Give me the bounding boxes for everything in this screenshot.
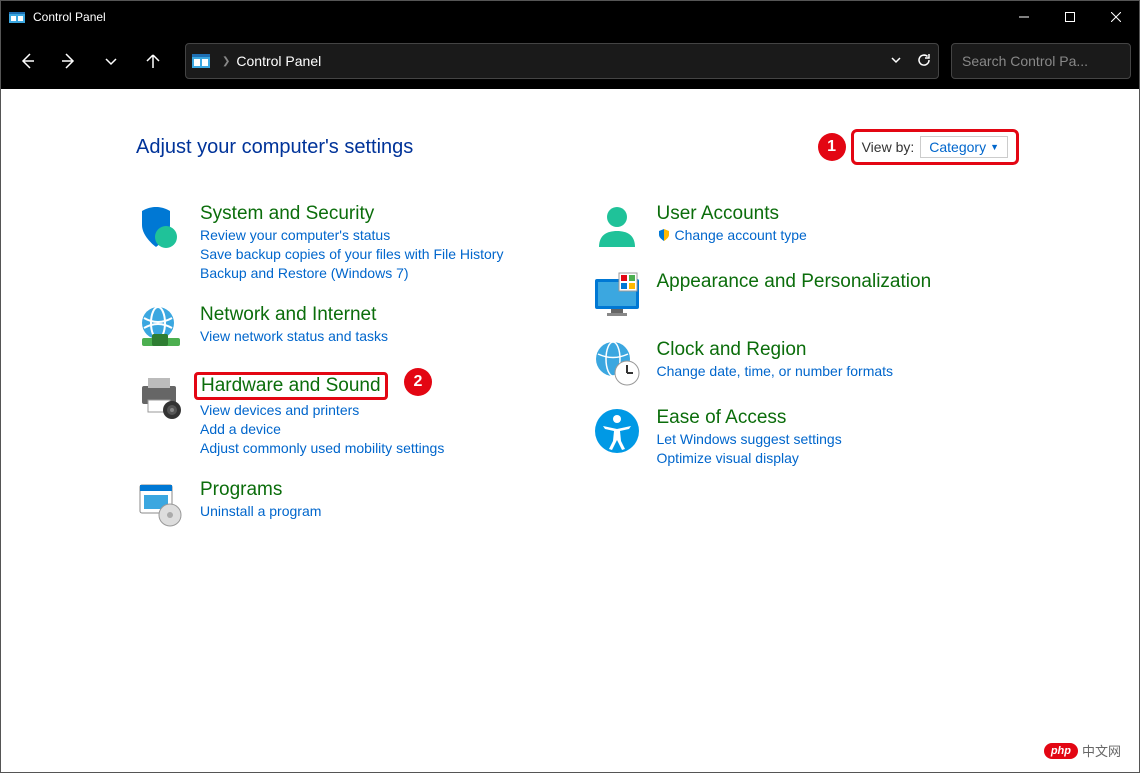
appearance-link[interactable]: Appearance and Personalization bbox=[657, 271, 932, 293]
ease-of-access-link[interactable]: Ease of Access bbox=[657, 407, 787, 429]
backup-restore-link[interactable]: Backup and Restore (Windows 7) bbox=[200, 265, 409, 281]
content-area: Adjust your computer's settings 1 View b… bbox=[1, 89, 1139, 547]
address-location: Control Panel bbox=[236, 53, 321, 69]
uac-shield-icon bbox=[657, 228, 671, 242]
system-security-link[interactable]: System and Security bbox=[200, 203, 374, 225]
view-by-label: View by: bbox=[862, 139, 915, 155]
search-input[interactable] bbox=[962, 53, 1140, 69]
left-column: System and Security Review your computer… bbox=[136, 203, 563, 547]
control-panel-icon bbox=[9, 9, 25, 25]
address-icon bbox=[192, 54, 210, 68]
maximize-button[interactable] bbox=[1047, 1, 1093, 33]
programs-link[interactable]: Programs bbox=[200, 479, 282, 501]
suggest-settings-link[interactable]: Let Windows suggest settings bbox=[657, 431, 842, 447]
up-button[interactable] bbox=[135, 43, 171, 79]
close-button[interactable] bbox=[1093, 1, 1139, 33]
search-box[interactable] bbox=[951, 43, 1131, 79]
address-bar[interactable]: ❯ Control Panel bbox=[185, 43, 939, 79]
view-by-value: Category bbox=[929, 139, 986, 155]
monitor-icon bbox=[593, 271, 641, 319]
view-by-dropdown[interactable]: Category ▼ bbox=[920, 136, 1008, 158]
programs-icon bbox=[136, 479, 184, 527]
file-history-link[interactable]: Save backup copies of your files with Fi… bbox=[200, 246, 503, 262]
globe-icon bbox=[136, 304, 184, 352]
annotation-marker-2: 2 bbox=[404, 368, 432, 396]
clock-region-link[interactable]: Clock and Region bbox=[657, 339, 807, 361]
dropdown-triangle-icon: ▼ bbox=[990, 142, 999, 152]
watermark-pill: php bbox=[1044, 743, 1078, 759]
watermark: php 中文网 bbox=[1044, 741, 1121, 760]
recent-locations-button[interactable] bbox=[93, 43, 129, 79]
watermark-text: 中文网 bbox=[1082, 741, 1121, 760]
title-bar: Control Panel bbox=[1, 1, 1139, 33]
network-internet-link[interactable]: Network and Internet bbox=[200, 304, 376, 326]
accessibility-icon bbox=[593, 407, 641, 455]
hardware-sound-link[interactable]: Hardware and Sound bbox=[201, 375, 381, 396]
optimize-display-link[interactable]: Optimize visual display bbox=[657, 450, 799, 466]
refresh-button[interactable] bbox=[916, 52, 932, 71]
window-title: Control Panel bbox=[33, 10, 1001, 24]
review-status-link[interactable]: Review your computer's status bbox=[200, 227, 390, 243]
user-accounts-link[interactable]: User Accounts bbox=[657, 203, 780, 225]
user-icon bbox=[593, 203, 641, 251]
annotation-marker-1: 1 bbox=[818, 133, 846, 161]
back-button[interactable] bbox=[9, 43, 45, 79]
category-appearance: Appearance and Personalization bbox=[593, 271, 1020, 319]
devices-printers-link[interactable]: View devices and printers bbox=[200, 402, 359, 418]
uninstall-program-link[interactable]: Uninstall a program bbox=[200, 503, 321, 519]
printer-icon bbox=[136, 372, 184, 420]
network-status-link[interactable]: View network status and tasks bbox=[200, 328, 388, 344]
mobility-settings-link[interactable]: Adjust commonly used mobility settings bbox=[200, 440, 444, 456]
address-dropdown-button[interactable] bbox=[890, 53, 902, 69]
forward-button[interactable] bbox=[51, 43, 87, 79]
category-programs: Programs Uninstall a program bbox=[136, 479, 563, 527]
view-by-control: 1 View by: Category ▼ bbox=[851, 129, 1019, 165]
add-device-link[interactable]: Add a device bbox=[200, 421, 281, 437]
change-account-type-link[interactable]: Change account type bbox=[657, 227, 807, 243]
chevron-right-icon: ❯ bbox=[222, 56, 230, 67]
category-system-security: System and Security Review your computer… bbox=[136, 203, 563, 284]
category-ease-of-access: Ease of Access Let Windows suggest setti… bbox=[593, 407, 1020, 469]
category-hardware: Hardware and Sound 2 View devices and pr… bbox=[136, 372, 563, 459]
navigation-toolbar: ❯ Control Panel bbox=[1, 33, 1139, 89]
category-network: Network and Internet View network status… bbox=[136, 304, 563, 352]
page-heading: Adjust your computer's settings bbox=[136, 136, 413, 159]
shield-icon bbox=[136, 203, 184, 251]
category-clock-region: Clock and Region Change date, time, or n… bbox=[593, 339, 1020, 387]
date-time-formats-link[interactable]: Change date, time, or number formats bbox=[657, 363, 894, 379]
category-user-accounts: User Accounts Change account type bbox=[593, 203, 1020, 251]
right-column: User Accounts Change account type Appear… bbox=[593, 203, 1020, 547]
minimize-button[interactable] bbox=[1001, 1, 1047, 33]
clock-globe-icon bbox=[593, 339, 641, 387]
